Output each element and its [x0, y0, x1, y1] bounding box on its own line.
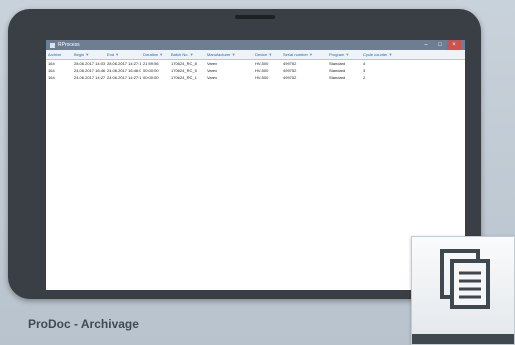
- table-row[interactable]: 164 24.06.2017 16:46:0324.06.2017 16:46:0…: [46, 67, 465, 74]
- filter-icon[interactable]: ▼: [268, 52, 272, 57]
- column-header[interactable]: Duration ▼: [141, 52, 169, 57]
- column-header-label: Archive: [48, 52, 62, 57]
- column-header-label: Cycle counter: [363, 52, 388, 57]
- table-cell: 170624_RC_1: [171, 75, 197, 80]
- table-body: 164 28.06.2017 14:03:1628.06.2017 14:27:1…: [46, 60, 465, 81]
- window-titlebar: RProcess – □ ×: [46, 40, 465, 50]
- table-cell: 164: [48, 61, 55, 66]
- table-cell: 24.06.2017 14:27:15: [107, 75, 141, 80]
- table-cell: Standard: [329, 75, 346, 80]
- table-cell: 164: [48, 68, 55, 73]
- tablet-camera: [235, 15, 275, 19]
- table-header: Archive Begin ▼ End ▼ Duration ▼ Batch No. ▼ Manu…: [46, 50, 465, 60]
- table-cell: 00:00:00: [143, 68, 159, 73]
- documents-icon: [440, 249, 490, 309]
- table-cell: 164: [48, 75, 55, 80]
- table-cell: 499752: [283, 75, 297, 80]
- table-cell: 4: [363, 61, 366, 66]
- column-header[interactable]: Begin ▼: [72, 52, 105, 57]
- app-window: RProcess – □ × Archive Begin ▼ End ▼ Duration…: [46, 40, 465, 290]
- table-cell: 499752: [283, 61, 297, 66]
- filter-icon[interactable]: ▼: [345, 52, 349, 57]
- filter-icon[interactable]: ▼: [388, 52, 392, 57]
- table-cell: 24.06.2017 16:46:03: [74, 68, 105, 73]
- column-header-label: Batch No.: [171, 52, 189, 57]
- column-header[interactable]: Manufacturer ▼: [205, 52, 253, 57]
- filter-icon[interactable]: ▼: [85, 52, 89, 57]
- filter-icon[interactable]: ▼: [309, 52, 313, 57]
- app-icon: [50, 42, 55, 48]
- table-cell: 24.06.2017 16:46:03: [107, 68, 141, 73]
- tile-bottom-bar: [412, 334, 514, 344]
- column-header-label: End: [107, 52, 115, 57]
- close-button[interactable]: ×: [447, 40, 461, 50]
- table-cell: Varex: [207, 75, 218, 80]
- column-header-label: Duration: [143, 52, 159, 57]
- filter-icon[interactable]: ▼: [115, 52, 119, 57]
- column-header-label: Device: [255, 52, 268, 57]
- table-cell: 3: [363, 68, 366, 73]
- column-header-label: Manufacturer: [207, 52, 231, 57]
- filter-icon[interactable]: ▼: [232, 52, 236, 57]
- table-cell: 499752: [283, 68, 297, 73]
- caption-label: ProDoc - Archivage: [28, 317, 139, 331]
- filter-icon[interactable]: ▼: [190, 52, 194, 57]
- column-header[interactable]: Device ▼: [253, 52, 281, 57]
- table-row[interactable]: 164 24.06.2017 14:27:1524.06.2017 14:27:1…: [46, 74, 465, 81]
- table-cell: 28.06.2017 14:03:16: [74, 61, 105, 66]
- table-row[interactable]: 164 28.06.2017 14:03:1628.06.2017 14:27:1…: [46, 60, 465, 67]
- table-cell: Standard: [329, 61, 346, 66]
- table-cell: 00:00:00: [143, 75, 159, 80]
- column-header-label: Program: [329, 52, 345, 57]
- filter-icon[interactable]: ▼: [159, 52, 163, 57]
- table-cell: Varex: [207, 68, 218, 73]
- table-cell: HV-500: [255, 61, 269, 66]
- column-header[interactable]: Serial number ▼: [281, 52, 327, 57]
- documents-tile[interactable]: [411, 236, 515, 345]
- table-cell: 24.06.2017 14:27:15: [74, 75, 105, 80]
- minimize-button[interactable]: –: [419, 40, 433, 50]
- table-cell: 170624_RC_8: [171, 61, 197, 66]
- column-header[interactable]: Archive: [46, 52, 72, 57]
- table-cell: 2: [363, 75, 366, 80]
- table-cell: 21:59:56: [143, 61, 159, 66]
- column-header-label: Serial number: [283, 52, 308, 57]
- column-header[interactable]: Program ▼: [327, 52, 361, 57]
- maximize-button[interactable]: □: [433, 40, 447, 50]
- window-title: RProcess: [58, 42, 80, 48]
- column-header[interactable]: Cycle counter ▼: [361, 52, 397, 57]
- column-header[interactable]: End ▼: [105, 52, 141, 57]
- table-cell: HV-500: [255, 68, 269, 73]
- column-header[interactable]: Batch No. ▼: [169, 52, 205, 57]
- table-cell: 28.06.2017 14:27:14: [107, 61, 141, 66]
- table-cell: 170624_RC_5: [171, 68, 197, 73]
- table-cell: Varex: [207, 61, 218, 66]
- table-cell: Standard: [329, 68, 346, 73]
- column-header-label: Begin: [74, 52, 85, 57]
- table-cell: HV-500: [255, 75, 269, 80]
